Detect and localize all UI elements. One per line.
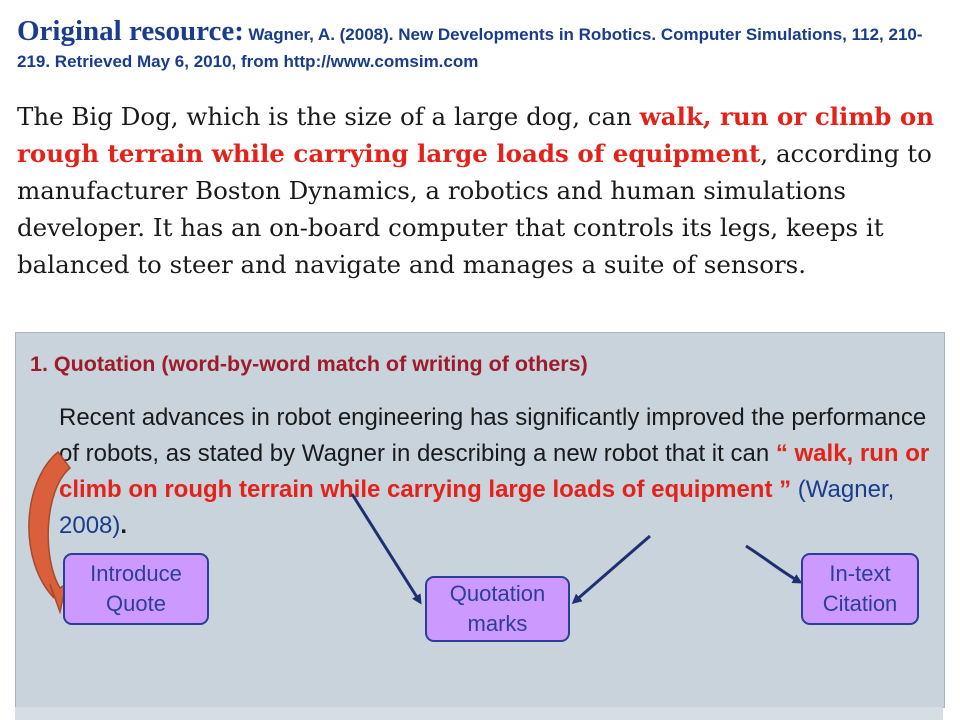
quotation-marks-label: Quotation marks	[425, 576, 570, 642]
arrow-open-quote-icon	[350, 493, 422, 605]
arrow-close-quote-icon	[571, 534, 651, 604]
introduce-quote-label: Introduce Quote	[63, 553, 209, 625]
arrow-citation-icon	[745, 544, 803, 584]
intext-citation-label: In-text Citation	[801, 553, 919, 625]
